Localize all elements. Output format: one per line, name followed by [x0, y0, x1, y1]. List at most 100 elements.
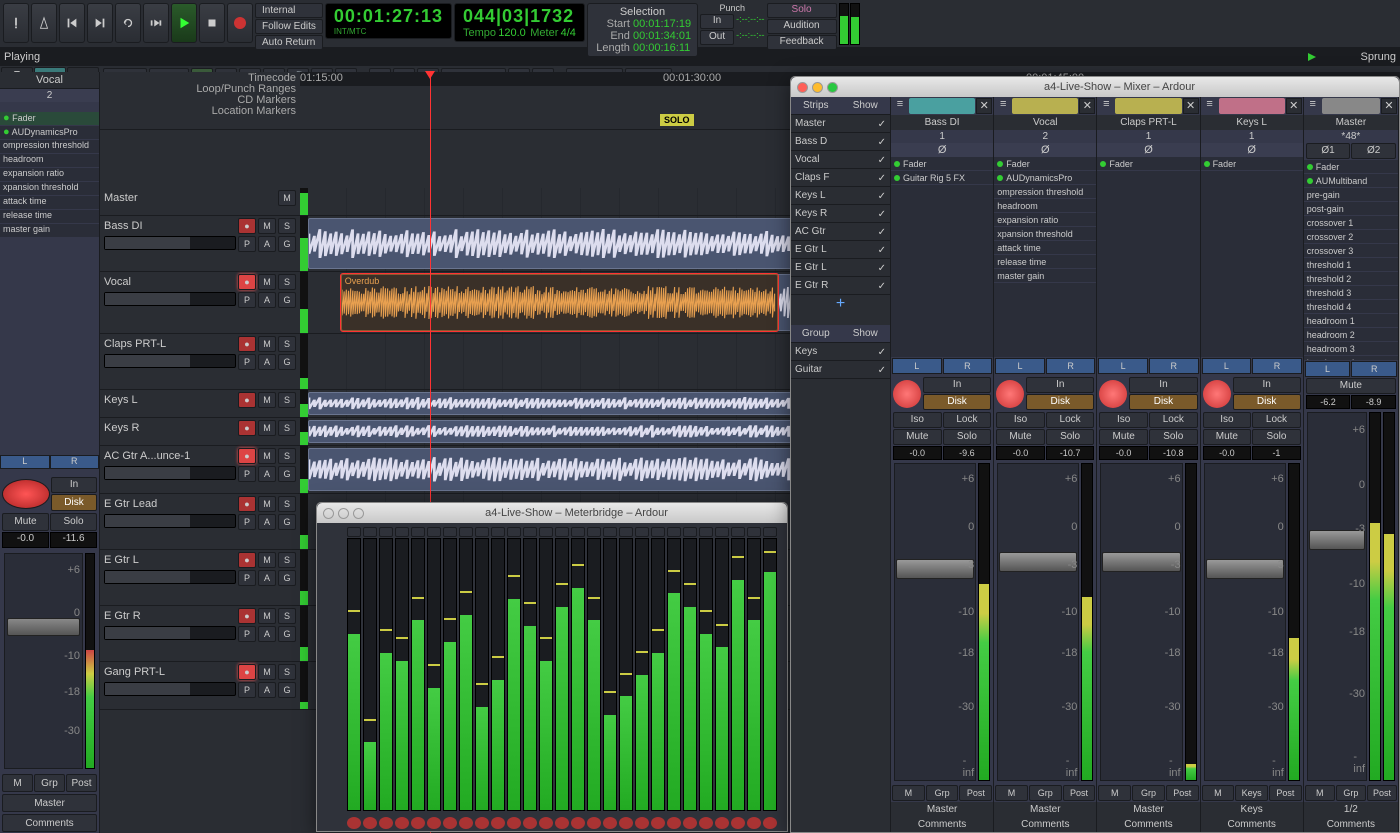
track-rec-button[interactable]: ● — [238, 392, 256, 408]
insert-slot[interactable]: AUMultiband — [1304, 174, 1398, 188]
overdub-region[interactable]: Overdub — [341, 274, 778, 331]
play-button[interactable] — [171, 3, 197, 43]
mb-rec-button[interactable] — [571, 817, 585, 829]
track-name[interactable]: Master — [104, 192, 276, 204]
solo-alert-button[interactable]: Solo — [767, 3, 837, 18]
gain-value[interactable]: -6.2 — [1306, 395, 1351, 409]
track-s-button[interactable]: S — [278, 552, 296, 568]
track-a-button[interactable]: A — [258, 514, 276, 530]
pan-r[interactable]: R — [1149, 358, 1199, 374]
track-fader[interactable] — [104, 626, 236, 640]
track-fader[interactable] — [104, 514, 236, 528]
goto-start-button[interactable] — [59, 3, 85, 43]
insert-slot[interactable]: Guitar Rig 5 FX — [891, 171, 993, 185]
insert-slot[interactable]: attack time — [0, 196, 99, 210]
mb-rec-button[interactable] — [731, 817, 745, 829]
mb-mute[interactable] — [699, 527, 713, 537]
mb-mute[interactable] — [651, 527, 665, 537]
foot-m[interactable]: M — [995, 785, 1028, 801]
mb-mute[interactable] — [635, 527, 649, 537]
track-g-button[interactable]: G — [278, 626, 296, 642]
record-button[interactable] — [227, 3, 253, 43]
peak-value[interactable]: -10.8 — [1149, 446, 1198, 460]
channel-comments[interactable]: Comments — [1097, 817, 1199, 832]
insert-slot[interactable]: headroom — [0, 154, 99, 168]
track-s-button[interactable]: S — [278, 392, 296, 408]
mb-mute[interactable] — [395, 527, 409, 537]
peak-value[interactable]: -8.9 — [1351, 395, 1396, 409]
track-s-button[interactable]: S — [278, 336, 296, 352]
insert-slot[interactable]: ompression threshold — [994, 185, 1096, 199]
pan-l[interactable]: L — [1098, 358, 1148, 374]
insert-slot[interactable]: pre-gain — [1304, 188, 1398, 202]
mixer-strip-row[interactable]: Vocal — [791, 151, 890, 169]
strip-hide[interactable]: ✕ — [1183, 98, 1199, 114]
track-s-button[interactable]: S — [278, 420, 296, 436]
channel-fader[interactable]: +60-3-10-18-30-inf — [997, 463, 1079, 781]
mixer-strip-row[interactable]: Keys L — [791, 187, 890, 205]
channel-fader[interactable]: +60-3-10-18-30-inf — [1100, 463, 1182, 781]
play-range-button[interactable] — [143, 3, 169, 43]
pan-r[interactable]: R — [1351, 361, 1397, 377]
channel-iso[interactable]: Iso — [1203, 412, 1252, 428]
channel-disk[interactable]: Disk — [1129, 394, 1197, 410]
insert-slot[interactable]: AUDynamicsPro — [994, 171, 1096, 185]
secondary-clock[interactable]: 044|03|1732 Tempo 120.0 Meter 4/4 — [454, 3, 585, 42]
channel-in[interactable]: In — [1026, 377, 1094, 393]
foot-post[interactable]: Post — [1063, 785, 1096, 801]
track-p-button[interactable]: P — [238, 466, 256, 482]
track-m-button[interactable]: M — [278, 190, 296, 206]
track-p-button[interactable]: P — [238, 292, 256, 308]
mixer-group-row[interactable]: Guitar — [791, 361, 890, 379]
track-rec-button[interactable]: ● — [238, 274, 256, 290]
mb-mute[interactable] — [683, 527, 697, 537]
insert-slot[interactable]: crossover 1 — [1304, 216, 1398, 230]
add-strip-button[interactable]: + — [791, 295, 890, 315]
foot-m[interactable]: M — [1098, 785, 1131, 801]
channel-lock[interactable]: Lock — [1252, 412, 1301, 428]
mb-rec-button[interactable] — [667, 817, 681, 829]
mixer-window[interactable]: a4-Live-Show – Mixer – Ardour StripsShow… — [790, 76, 1400, 833]
mb-mute[interactable] — [747, 527, 761, 537]
mb-mute[interactable] — [587, 527, 601, 537]
mb-rec-button[interactable] — [395, 817, 409, 829]
insert-slot[interactable]: xpansion threshold — [994, 227, 1096, 241]
strip-color[interactable] — [909, 98, 975, 114]
master-mute[interactable]: Mute — [1306, 378, 1396, 394]
mb-rec-button[interactable] — [491, 817, 505, 829]
track-rec-button[interactable]: ● — [238, 420, 256, 436]
channel-name[interactable]: Claps PRT-L — [1097, 115, 1199, 130]
mb-rec-button[interactable] — [715, 817, 729, 829]
strip-color[interactable] — [1219, 98, 1285, 114]
insert-slot[interactable]: master gain — [994, 269, 1096, 283]
strip-record-button[interactable] — [2, 479, 50, 509]
auto-return-button[interactable]: Auto Return — [255, 35, 323, 50]
channel-lock[interactable]: Lock — [1149, 412, 1198, 428]
track-fader[interactable] — [104, 292, 236, 306]
strip-hide[interactable]: ✕ — [1286, 98, 1302, 114]
channel-rec[interactable] — [1099, 380, 1127, 408]
channel-fader[interactable]: +60-3-10-18-30-inf — [894, 463, 976, 781]
stop-button[interactable] — [199, 3, 225, 43]
strip-color[interactable] — [1115, 98, 1181, 114]
channel-name[interactable]: Bass DI — [891, 115, 993, 130]
pan-l[interactable]: L — [892, 358, 942, 374]
mixer-strip-row[interactable]: E Gtr R — [791, 277, 890, 295]
primary-clock[interactable]: 00:01:27:13 INT/MTC — [325, 3, 452, 39]
gain-value[interactable]: -0.0 — [996, 446, 1045, 460]
channel-lock[interactable]: Lock — [1046, 412, 1095, 428]
channel-mute[interactable]: Mute — [893, 429, 942, 445]
track-name[interactable]: E Gtr R — [104, 610, 236, 622]
mb-rec-button[interactable] — [379, 817, 393, 829]
track-s-button[interactable]: S — [278, 664, 296, 680]
insert-slot[interactable]: ● AUDynamicsPro — [0, 126, 99, 140]
strip-prev[interactable]: ≡ — [1098, 98, 1114, 114]
insert-slot[interactable]: Fader — [994, 157, 1096, 171]
channel-output[interactable]: Master — [994, 802, 1096, 817]
pan-l[interactable]: L — [1305, 361, 1351, 377]
mb-mute[interactable] — [603, 527, 617, 537]
foot-post[interactable]: Post — [1367, 785, 1397, 801]
channel-comments[interactable]: Comments — [1304, 817, 1398, 832]
insert-slot[interactable]: headroom 1 — [1304, 314, 1398, 328]
channel-solo[interactable]: Solo — [943, 429, 992, 445]
